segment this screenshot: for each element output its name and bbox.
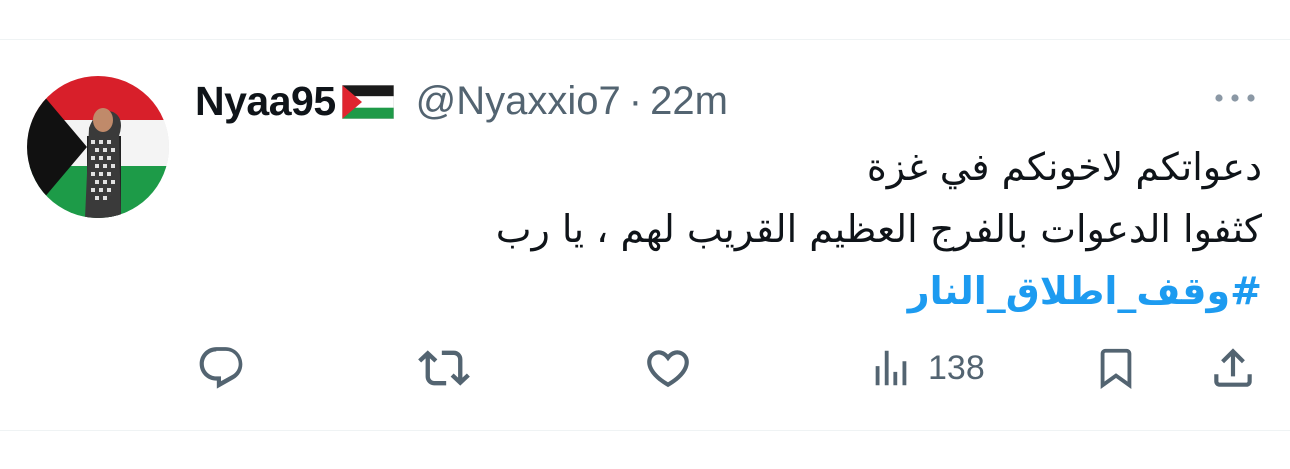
more-dots-icon bbox=[1215, 94, 1255, 102]
bookmark-icon bbox=[1100, 348, 1132, 389]
reply-icon bbox=[199, 347, 243, 389]
timestamp[interactable]: 22m bbox=[650, 79, 728, 124]
share-button[interactable] bbox=[1208, 340, 1258, 396]
retweet-button[interactable] bbox=[418, 340, 470, 396]
palestine-flag-icon bbox=[341, 84, 395, 120]
tweet-text-line-1: دعواتكم لاخونكم في غزة bbox=[866, 145, 1262, 189]
views-chart-icon bbox=[875, 350, 907, 386]
bottom-divider bbox=[0, 430, 1290, 431]
tweet-text-line-2: كثفوا الدعوات بالفرج العظيم القريب لهم ،… bbox=[495, 207, 1262, 251]
hashtag-link[interactable]: #وقف_اطلاق_النار bbox=[362, 260, 1262, 322]
bookmark-button[interactable] bbox=[1093, 340, 1139, 396]
views-count: 138 bbox=[928, 348, 985, 387]
user-handle[interactable]: @Nyaxxio7 bbox=[416, 79, 621, 124]
more-options-button[interactable] bbox=[1210, 83, 1260, 113]
tweet-card[interactable]: Nyaa95 @Nyaxxio7 · 22m دعواتكم لاخونكم ف… bbox=[0, 40, 1290, 430]
retweet-icon bbox=[418, 350, 470, 386]
display-name[interactable]: Nyaa95 bbox=[195, 78, 336, 125]
tweet-actions-bar: 138 bbox=[0, 340, 1290, 396]
like-button[interactable] bbox=[643, 340, 693, 396]
reply-button[interactable] bbox=[196, 340, 246, 396]
avatar[interactable] bbox=[27, 76, 169, 218]
separator-dot: · bbox=[628, 78, 643, 123]
heart-icon bbox=[647, 350, 689, 388]
tweet-text: دعواتكم لاخونكم في غزة كثفوا الدعوات بال… bbox=[362, 136, 1262, 322]
views-button[interactable]: 138 bbox=[868, 340, 985, 396]
share-icon bbox=[1214, 348, 1252, 387]
tweet-header: Nyaa95 @Nyaxxio7 · 22m bbox=[195, 76, 728, 126]
